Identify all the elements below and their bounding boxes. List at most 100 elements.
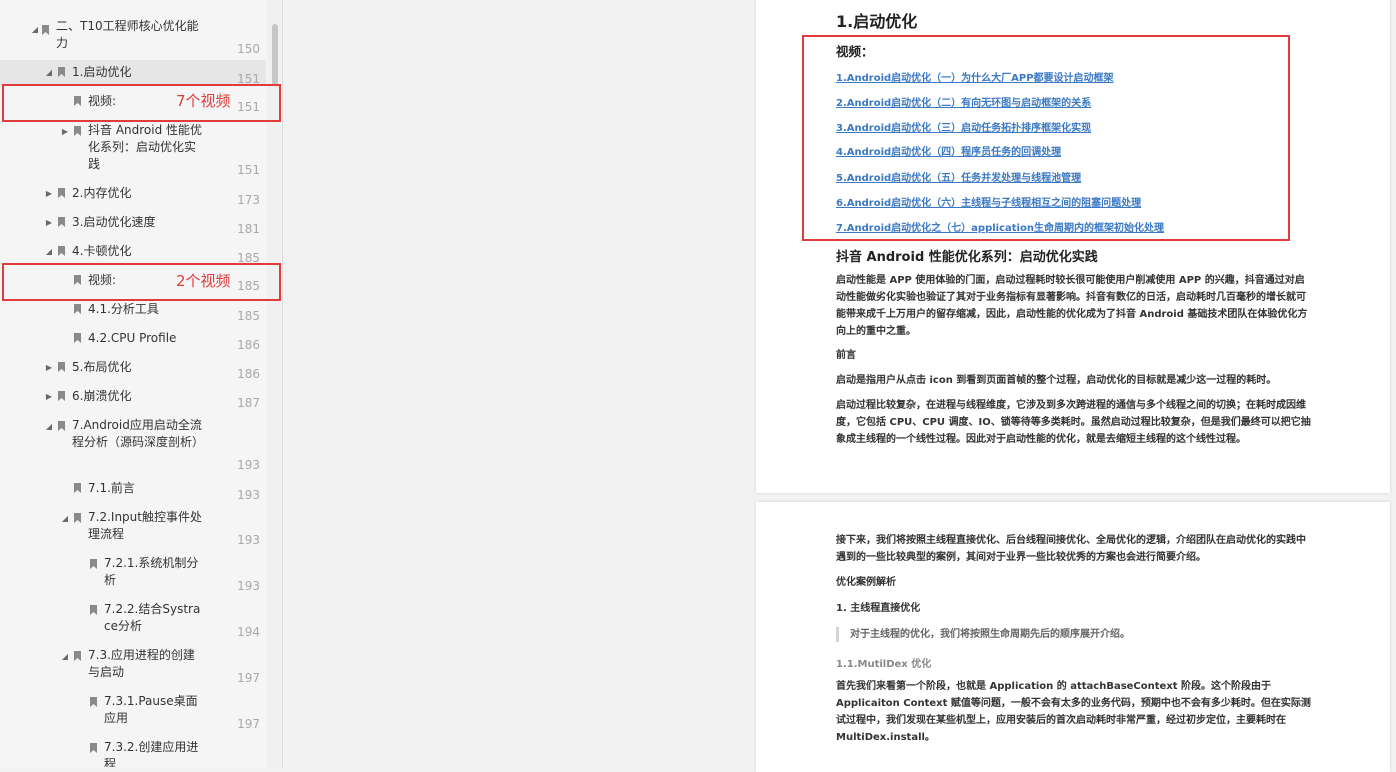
bookmark-icon <box>90 605 97 615</box>
toc-item-analysis-tools[interactable]: 4.1.分析工具 185 <box>0 298 266 326</box>
toc-label: 4.2.CPU Profile <box>88 331 177 345</box>
toc-item-systrace[interactable]: 7.2.2.结合Systrace分析 194 <box>0 598 266 642</box>
toc-item-layout[interactable]: ▶ 5.布局优化 186 <box>0 356 266 384</box>
preface-heading: 前言 <box>836 350 856 361</box>
toc-item-startup-speed[interactable]: ▶ 3.启动优化速度 181 <box>0 211 266 239</box>
collapsed-toggle-icon[interactable]: ▶ <box>44 390 54 404</box>
annotation-box-videos <box>2 84 281 122</box>
document-page-1: 1.启动优化 视频： 1.Android启动优化（一）为什么大厂APP都要设计启… <box>756 0 1390 493</box>
multidex-subheading: 1.1.MutilDex 优化 <box>836 659 932 670</box>
preface-paragraph: 启动是指用户从点击 icon 到看到页面首帧的整个过程，启动优化的目标就是减少这… <box>836 375 1277 386</box>
bookmark-icon <box>58 246 65 256</box>
toc-item-startup-optimization[interactable]: ◢ 1.启动优化 151 <box>0 60 266 86</box>
toc-page-number: 194 <box>237 625 260 639</box>
main-thread-quote: 对于主线程的优化，我们将按照生命周期先后的顺序展开介绍。 <box>836 627 1320 642</box>
bookmark-icon <box>58 217 65 227</box>
bookmark-icon <box>74 333 81 343</box>
expanded-toggle-icon[interactable]: ◢ <box>30 23 40 37</box>
toc-label: 3.启动优化速度 <box>72 215 156 229</box>
toc-label: 1.启动优化 <box>72 65 132 79</box>
toc-item-create-process[interactable]: 7.3.2.创建应用进程 <box>0 736 266 767</box>
annotation-box-video-links <box>802 35 1290 241</box>
collapsed-toggle-icon[interactable]: ▶ <box>60 125 70 139</box>
toc-label: 7.1.前言 <box>88 481 135 495</box>
annotation-box-videos-2 <box>2 263 281 301</box>
toc-page-number: 150 <box>237 42 260 56</box>
bookmark-sidebar: ◢ 二、T10工程师核心优化能力 150 ◢ 1.启动优化 151 视频: 15… <box>0 0 283 767</box>
collapsed-toggle-icon[interactable]: ▶ <box>44 187 54 201</box>
toc-label: 7.2.1.系统机制分析 <box>104 556 199 587</box>
expanded-toggle-icon[interactable]: ◢ <box>60 512 70 526</box>
sidebar-scrollbar-thumb[interactable] <box>272 24 278 86</box>
toc-label: 7.2.2.结合Systrace分析 <box>104 602 201 633</box>
document-page-2: 接下来，我们将按照主线程直接优化、后台线程间接优化、全局优化的逻辑，介绍团队在启… <box>756 502 1390 772</box>
toc-page-number: 187 <box>237 396 260 410</box>
bookmark-icon <box>74 483 81 493</box>
toc-page-number: 186 <box>237 367 260 381</box>
toc-label: 抖音 Android 性能优化系列：启动优化实践 <box>88 123 203 171</box>
annotation-text-2-videos: 2个视频 <box>176 272 231 290</box>
toc-page-number: 193 <box>237 533 260 547</box>
annotation-text-7-videos: 7个视频 <box>176 92 231 110</box>
collapsed-toggle-icon[interactable]: ▶ <box>44 216 54 230</box>
toc-label: 5.布局优化 <box>72 360 132 374</box>
intro-paragraph: 启动性能是 APP 使用体验的门面，启动过程耗时较长很可能使用户削减使用 APP… <box>836 275 1308 337</box>
bookmark-icon <box>42 25 49 35</box>
toc-page-number: 197 <box>237 671 260 685</box>
expanded-toggle-icon[interactable]: ◢ <box>44 245 54 259</box>
toc-item-system-mechanism[interactable]: 7.2.1.系统机制分析 193 <box>0 552 266 596</box>
bookmark-icon <box>90 743 97 753</box>
toc-page-number: 193 <box>237 488 260 502</box>
case-analysis-heading: 优化案例解析 <box>836 577 896 588</box>
toc-page-number: 185 <box>237 309 260 323</box>
bookmark-icon <box>58 362 65 372</box>
bookmark-icon <box>74 651 81 661</box>
toc-item-preface[interactable]: 7.1.前言 193 <box>0 477 266 505</box>
toc-label: 2.内存优化 <box>72 186 132 200</box>
toc-item-crash[interactable]: ▶ 6.崩溃优化 187 <box>0 385 266 413</box>
page-heading: 1.启动优化 <box>836 12 918 31</box>
collapsed-toggle-icon[interactable]: ▶ <box>44 361 54 375</box>
toc-item-douyin-startup[interactable]: ▶ 抖音 Android 性能优化系列：启动优化实践 151 <box>0 120 266 180</box>
multidex-paragraph: 首先我们来看第一个阶段，也就是 Application 的 attachBase… <box>836 681 1311 743</box>
section-title: 抖音 Android 性能优化系列：启动优化实践 <box>836 250 1098 265</box>
toc-item-app-launch-flow[interactable]: ◢ 7.Android应用启动全流程分析（源码深度剖析） 193 <box>0 414 266 474</box>
bookmark-icon <box>74 126 81 136</box>
toc-label: 7.2.Input触控事件处理流程 <box>88 510 202 541</box>
toc-item-input-touch[interactable]: ◢ 7.2.Input触控事件处理流程 193 <box>0 506 266 550</box>
bookmark-icon <box>90 559 97 569</box>
bookmark-icon <box>58 421 65 431</box>
toc-item-core-optimization[interactable]: ◢ 二、T10工程师核心优化能力 150 <box>0 16 266 62</box>
toc-page-number: 181 <box>237 222 260 236</box>
toc-page-number: 173 <box>237 193 260 207</box>
toc-label: 4.1.分析工具 <box>88 302 159 316</box>
toc-item-cpu-profile[interactable]: 4.2.CPU Profile 186 <box>0 327 266 355</box>
next-steps-paragraph: 接下来，我们将按照主线程直接优化、后台线程间接优化、全局优化的逻辑，介绍团队在启… <box>836 535 1306 563</box>
toc-label: 6.崩溃优化 <box>72 389 132 403</box>
bookmark-icon <box>58 188 65 198</box>
toc-page-number: 193 <box>237 458 260 472</box>
complexity-paragraph: 启动过程比较复杂，在进程与线程维度，它涉及到多次跨进程的通信与多个线程之间的切换… <box>836 400 1311 445</box>
expanded-toggle-icon[interactable]: ◢ <box>44 420 54 434</box>
toc-item-process-creation[interactable]: ◢ 7.3.应用进程的创建与启动 197 <box>0 644 266 688</box>
toc-page-number: 186 <box>237 338 260 352</box>
toc-page-number: 197 <box>237 717 260 731</box>
expanded-toggle-icon[interactable]: ◢ <box>60 650 70 664</box>
main-thread-heading: 1. 主线程直接优化 <box>836 603 921 614</box>
toc-label: 7.Android应用启动全流程分析（源码深度剖析） <box>72 418 205 449</box>
toc-label: 7.3.2.创建应用进程 <box>104 740 199 767</box>
bookmark-icon <box>74 513 81 523</box>
toc-label: 7.3.1.Pause桌面应用 <box>104 694 198 725</box>
bookmark-icon <box>90 697 97 707</box>
toc-page-number: 193 <box>237 579 260 593</box>
expanded-toggle-icon[interactable]: ◢ <box>44 66 54 80</box>
toc-item-pause-desktop[interactable]: 7.3.1.Pause桌面应用 197 <box>0 690 266 734</box>
toc-label: 二、T10工程师核心优化能力 <box>56 19 199 50</box>
bookmark-icon <box>58 391 65 401</box>
toc-item-memory[interactable]: ▶ 2.内存优化 173 <box>0 182 266 210</box>
toc-label: 4.卡顿优化 <box>72 244 132 258</box>
bookmark-icon <box>74 304 81 314</box>
bookmark-icon <box>58 67 65 77</box>
toc-label: 7.3.应用进程的创建与启动 <box>88 648 195 679</box>
toc-page-number: 151 <box>237 163 260 177</box>
